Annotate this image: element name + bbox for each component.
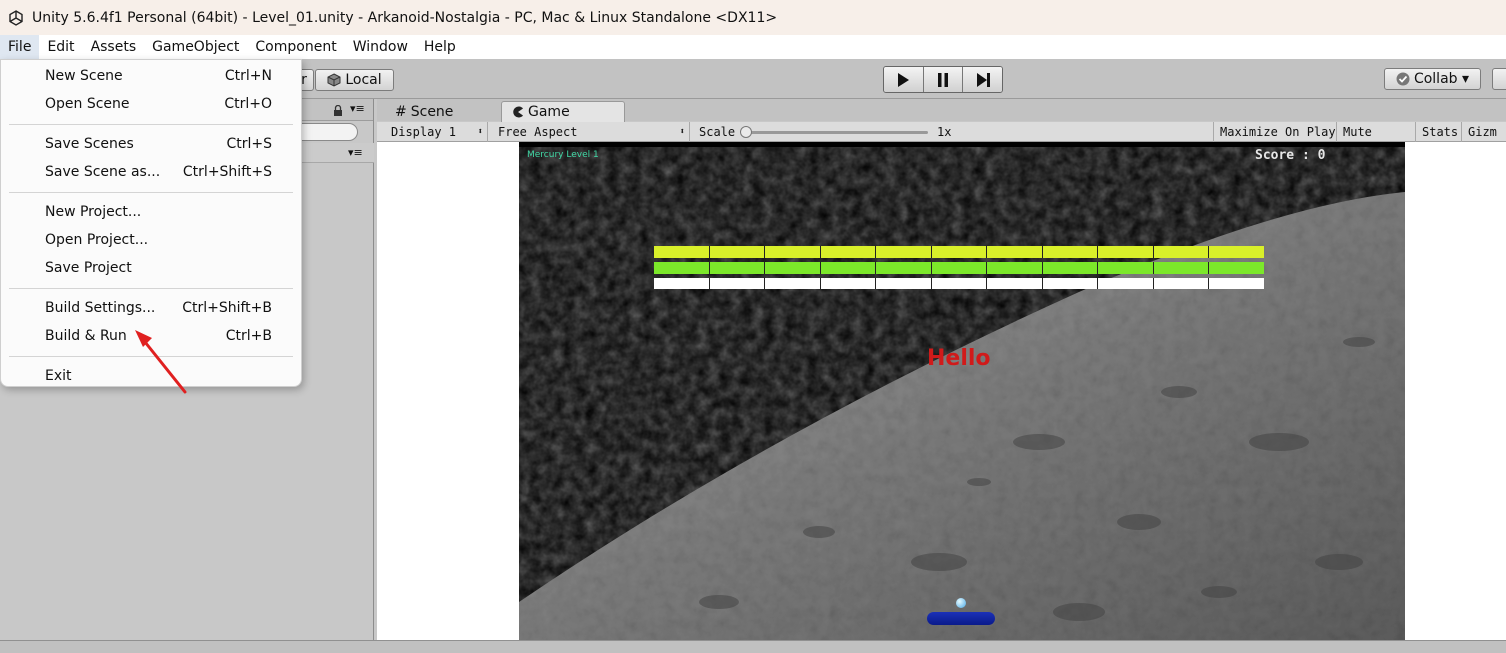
annotation-arrow-icon	[135, 330, 187, 394]
